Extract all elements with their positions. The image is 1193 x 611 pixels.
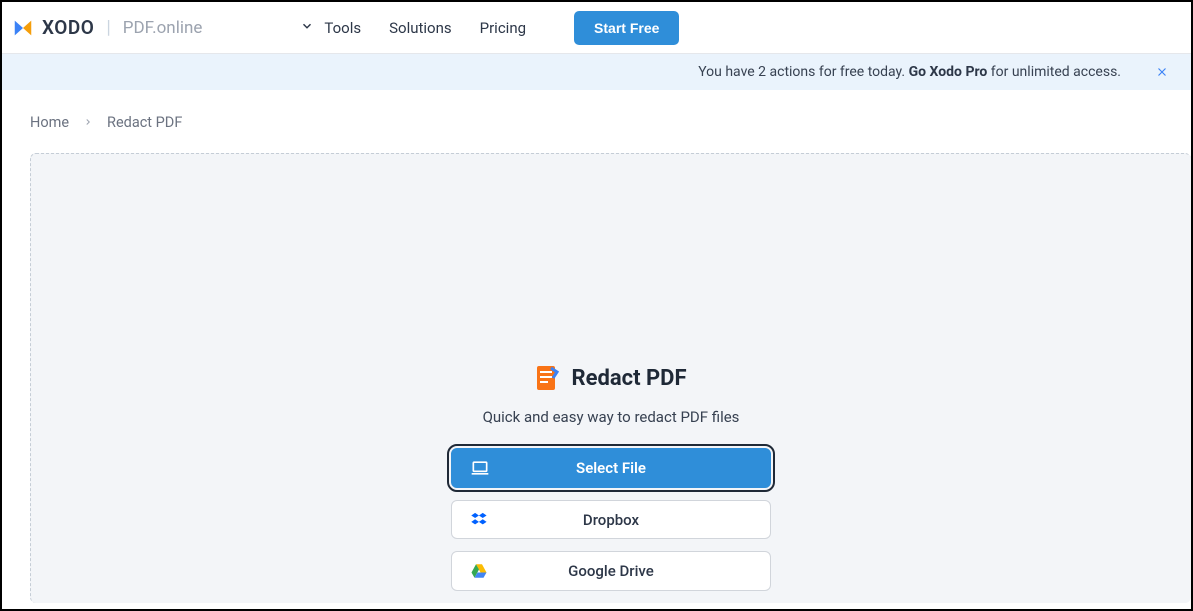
redact-pdf-icon (535, 364, 559, 392)
chevron-right-icon (83, 116, 93, 130)
select-file-label: Select File (576, 459, 646, 477)
dropbox-button[interactable]: Dropbox (451, 500, 771, 540)
nav: Tools Solutions Pricing Start Free (300, 11, 679, 45)
logo-text: XODO (42, 16, 94, 39)
laptop-icon (470, 458, 490, 478)
logo[interactable]: XODO | PDF.online (12, 16, 202, 39)
header: XODO | PDF.online Tools Solutions Pricin… (2, 2, 1191, 54)
banner-text-bold[interactable]: Go Xodo Pro (909, 64, 988, 80)
breadcrumb: Home Redact PDF (2, 90, 1191, 147)
dropbox-label: Dropbox (583, 511, 639, 529)
breadcrumb-current: Redact PDF (107, 114, 182, 131)
nav-tools-label: Tools (324, 19, 361, 37)
select-file-button[interactable]: Select File (451, 448, 771, 488)
dropzone-title-row: Redact PDF (535, 364, 686, 392)
close-icon[interactable] (1155, 65, 1169, 79)
nav-solutions[interactable]: Solutions (389, 19, 452, 37)
breadcrumb-home[interactable]: Home (30, 114, 69, 131)
sublogo-text: PDF.online (123, 18, 203, 38)
dropzone[interactable]: Redact PDF Quick and easy way to redact … (30, 153, 1191, 603)
nav-tools[interactable]: Tools (300, 19, 361, 37)
nav-pricing[interactable]: Pricing (480, 19, 526, 37)
dropbox-icon (470, 511, 488, 529)
google-drive-label: Google Drive (568, 562, 654, 580)
google-drive-icon (470, 562, 488, 580)
banner-text-after: for unlimited access. (987, 64, 1121, 80)
chevron-down-icon (300, 19, 314, 37)
logo-divider: | (106, 17, 110, 38)
dropzone-title: Redact PDF (571, 366, 686, 391)
promo-banner: You have 2 actions for free today. Go Xo… (2, 54, 1191, 90)
banner-text-before: You have 2 actions for free today. (698, 64, 908, 80)
xodo-logo-icon (12, 17, 34, 39)
dropzone-subtitle: Quick and easy way to redact PDF files (483, 408, 740, 426)
banner-text: You have 2 actions for free today. Go Xo… (698, 64, 1121, 80)
google-drive-button[interactable]: Google Drive (451, 551, 771, 591)
start-free-button[interactable]: Start Free (574, 11, 679, 45)
